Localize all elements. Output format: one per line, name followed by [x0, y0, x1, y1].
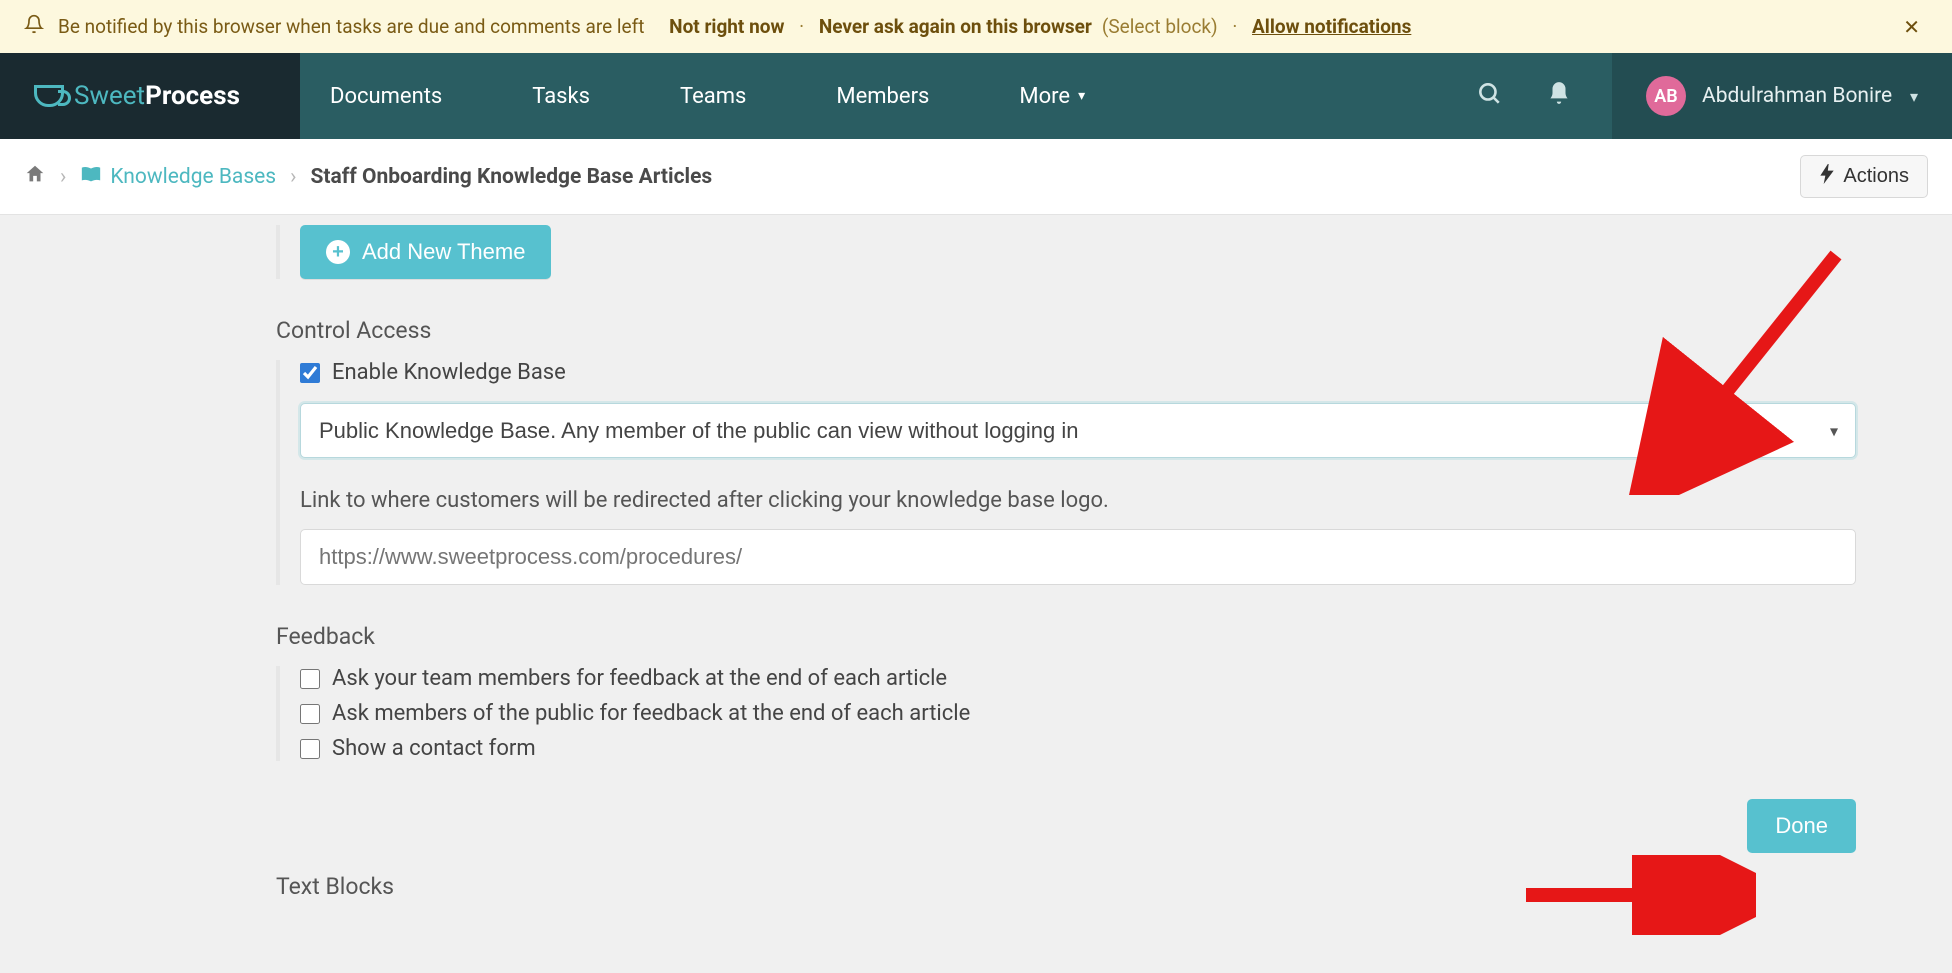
enable-kb-row: Enable Knowledge Base — [300, 360, 1856, 385]
add-theme-label: Add New Theme — [362, 239, 525, 265]
bell-icon — [24, 14, 44, 39]
separator-dot: · — [794, 15, 808, 38]
breadcrumb: › Knowledge Bases › Staff Onboarding Kno… — [24, 163, 712, 190]
breadcrumb-bar: › Knowledge Bases › Staff Onboarding Kno… — [0, 139, 1952, 215]
main-content: + Add New Theme Control Access Enable Kn… — [0, 215, 1952, 900]
breadcrumb-separator: › — [60, 165, 66, 189]
nav-more-label: More — [1019, 84, 1070, 109]
nav-members-label: Members — [836, 84, 929, 109]
enable-kb-label[interactable]: Enable Knowledge Base — [332, 360, 566, 385]
notification-not-now[interactable]: Not right now — [669, 15, 784, 38]
cup-icon — [34, 85, 64, 107]
feedback-section: Feedback Ask your team members for feedb… — [276, 623, 1856, 761]
access-visibility-select[interactable]: Public Knowledge Base. Any member of the… — [300, 403, 1856, 458]
redirect-url-input[interactable] — [300, 529, 1856, 585]
feedback-opt1-label[interactable]: Ask your team members for feedback at th… — [332, 666, 947, 691]
nav-icon-group — [1436, 53, 1612, 139]
feedback-title: Feedback — [276, 623, 1856, 650]
chevron-down-icon: ▾ — [1078, 88, 1085, 104]
theme-section: + Add New Theme — [276, 225, 1856, 279]
nav-tasks-label: Tasks — [532, 84, 590, 109]
content-column: + Add New Theme Control Access Enable Kn… — [96, 215, 1856, 900]
book-icon — [80, 164, 102, 189]
separator-dot: · — [1228, 15, 1242, 38]
feedback-body: Ask your team members for feedback at th… — [276, 666, 1856, 761]
enable-kb-checkbox[interactable] — [300, 363, 320, 383]
home-icon[interactable] — [24, 163, 46, 190]
user-menu[interactable]: AB Abdulrahman Bonire ▾ — [1612, 53, 1952, 139]
notification-bar: Be notified by this browser when tasks a… — [0, 0, 1952, 53]
plus-circle-icon: + — [326, 240, 350, 264]
feedback-opt2-row: Ask members of the public for feedback a… — [300, 701, 1856, 726]
nav-teams[interactable]: Teams — [680, 84, 746, 109]
done-button[interactable]: Done — [1747, 799, 1856, 853]
notification-select-block: (Select block) — [1102, 15, 1218, 38]
logo-text: SweetProcess — [74, 81, 240, 111]
top-header: SweetProcess Documents Tasks Teams Membe… — [0, 53, 1952, 139]
user-name: Abdulrahman Bonire — [1702, 84, 1892, 108]
nav-more[interactable]: More ▾ — [1019, 84, 1085, 109]
text-blocks-title: Text Blocks — [276, 873, 1856, 900]
control-access-title: Control Access — [276, 317, 1856, 344]
access-select-wrap: Public Knowledge Base. Any member of the… — [300, 403, 1856, 458]
notification-never[interactable]: Never ask again on this browser — [819, 15, 1092, 38]
feedback-opt3-checkbox[interactable] — [300, 739, 320, 759]
nav-teams-label: Teams — [680, 84, 746, 109]
feedback-opt2-label[interactable]: Ask members of the public for feedback a… — [332, 701, 970, 726]
breadcrumb-separator: › — [290, 165, 296, 189]
logo-sweet: Sweet — [74, 81, 145, 111]
bolt-icon — [1819, 164, 1835, 189]
feedback-opt2-checkbox[interactable] — [300, 704, 320, 724]
notification-content: Be notified by this browser when tasks a… — [24, 14, 1411, 39]
notifications-icon[interactable] — [1546, 80, 1572, 113]
actions-label: Actions — [1843, 165, 1909, 188]
nav-documents-label: Documents — [330, 84, 442, 109]
logo-process: Process — [145, 81, 240, 111]
breadcrumb-kb-label: Knowledge Bases — [110, 165, 276, 189]
logo[interactable]: SweetProcess — [0, 53, 300, 139]
add-theme-button[interactable]: + Add New Theme — [300, 225, 551, 279]
feedback-opt3-label[interactable]: Show a contact form — [332, 736, 536, 761]
chevron-down-icon: ▾ — [1910, 87, 1918, 106]
feedback-opt3-row: Show a contact form — [300, 736, 1856, 761]
actions-button[interactable]: Actions — [1800, 155, 1928, 198]
close-icon[interactable]: ✕ — [1895, 15, 1928, 39]
control-access-body: Enable Knowledge Base Public Knowledge B… — [276, 360, 1856, 585]
breadcrumb-kb-link[interactable]: Knowledge Bases — [80, 164, 276, 189]
notification-allow-link[interactable]: Allow notifications — [1252, 15, 1411, 38]
search-icon[interactable] — [1476, 80, 1502, 113]
breadcrumb-current: Staff Onboarding Knowledge Base Articles — [310, 165, 712, 189]
main-nav: Documents Tasks Teams Members More ▾ — [300, 53, 1436, 139]
feedback-opt1-checkbox[interactable] — [300, 669, 320, 689]
control-access-section: Control Access Enable Knowledge Base Pub… — [276, 317, 1856, 585]
feedback-opt1-row: Ask your team members for feedback at th… — [300, 666, 1856, 691]
nav-members[interactable]: Members — [836, 84, 929, 109]
nav-documents[interactable]: Documents — [330, 84, 442, 109]
avatar: AB — [1646, 76, 1686, 116]
notification-prefix: Be notified by this browser when tasks a… — [58, 15, 644, 38]
redirect-help-text: Link to where customers will be redirect… — [300, 488, 1856, 513]
done-row: Done — [276, 799, 1856, 853]
nav-tasks[interactable]: Tasks — [532, 84, 590, 109]
